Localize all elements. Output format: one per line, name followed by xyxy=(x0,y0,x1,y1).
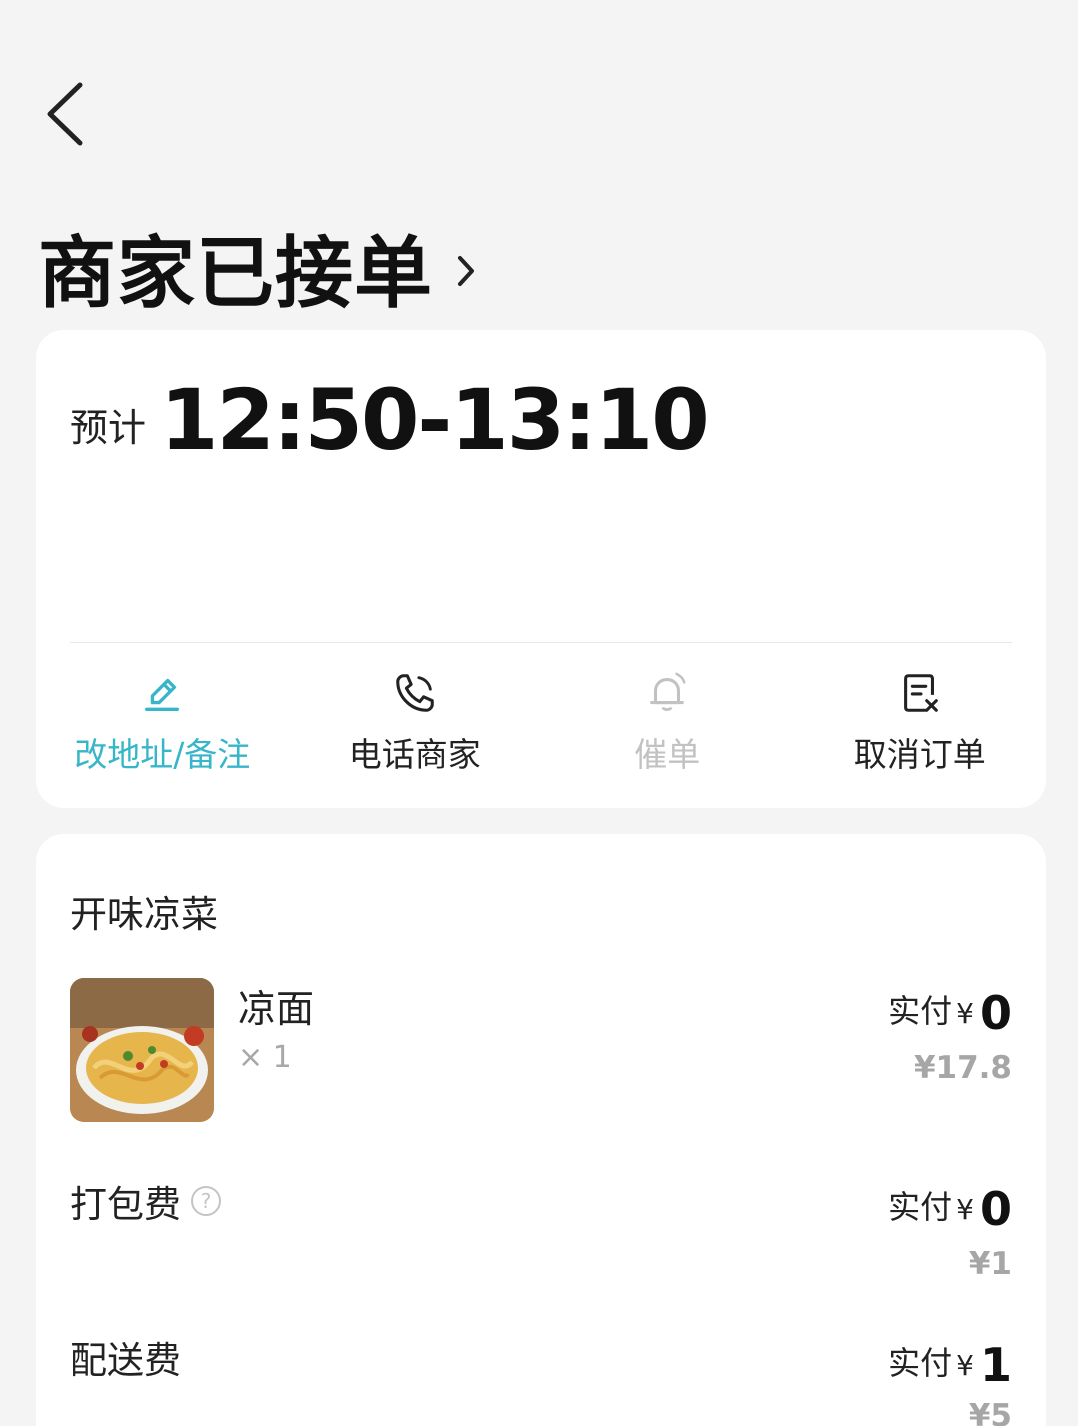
currency-symbol: ¥ xyxy=(956,1349,974,1382)
noodle-dish-image xyxy=(70,978,214,1122)
order-item[interactable]: 凉面 × 1 实付 ¥ 0 ¥17.8 xyxy=(70,978,1012,1128)
help-icon[interactable]: ? xyxy=(191,1186,221,1216)
paid-label: 实付 xyxy=(888,992,953,1030)
item-price-block: 实付 ¥ 0 ¥17.8 xyxy=(888,986,1012,1086)
chevron-right-icon xyxy=(458,256,475,286)
order-status-title: 商家已接单 xyxy=(38,229,434,319)
action-label: 电话商家 xyxy=(348,735,481,774)
bell-icon xyxy=(650,672,686,711)
paid-value: 1 xyxy=(979,1338,1012,1392)
cancel-order-button[interactable]: 取消订单 xyxy=(794,666,1047,776)
action-bar: 改地址/备注 电话商家 催单 取消订单 xyxy=(36,666,1046,776)
currency-symbol: ¥ xyxy=(956,1193,974,1226)
paid-value: 0 xyxy=(979,986,1012,1040)
delivery-status-card: 预计 12:50-13:10 改地址/备注 电话商家 催单 取消订单 xyxy=(36,330,1046,808)
paid-label: 实付 xyxy=(888,1188,953,1226)
original-price: ¥1 xyxy=(968,1246,1012,1282)
delivery-fee-row: 配送费 实付 ¥ 1 ¥5 xyxy=(70,1330,1012,1426)
eta-prefix: 预计 xyxy=(70,406,147,450)
action-label: 改地址/备注 xyxy=(74,735,251,774)
order-items-card: 开味凉菜 凉面 × 1 实付 ¥ 0 ¥17.8 打包费 ? 实付 ¥ 0 ¥1… xyxy=(36,834,1046,1426)
fee-price-block: 实付 ¥ 0 ¥1 xyxy=(888,1182,1012,1282)
fee-label: 打包费 xyxy=(70,1183,181,1226)
action-label: 取消订单 xyxy=(853,735,986,774)
order-status-header[interactable]: 商家已接单 xyxy=(38,212,475,322)
original-price: ¥5 xyxy=(968,1398,1012,1426)
action-label: 催单 xyxy=(634,735,701,774)
change-address-button[interactable]: 改地址/备注 xyxy=(36,666,289,776)
back-arrow-icon xyxy=(47,82,83,146)
paid-value: 0 xyxy=(979,1182,1012,1236)
original-price: ¥17.8 xyxy=(913,1050,1012,1086)
eta-time-range: 12:50-13:10 xyxy=(160,371,710,469)
divider xyxy=(70,642,1012,643)
food-thumbnail xyxy=(70,978,214,1122)
currency-symbol: ¥ xyxy=(956,997,974,1030)
order-detail-page: 商家已接单 预计 12:50-13:10 改地址/备注 电话商家 催单 取消订单… xyxy=(0,0,1078,1426)
fee-price-block: 实付 ¥ 1 ¥5 xyxy=(888,1338,1012,1426)
eta-row: 预计 12:50-13:10 xyxy=(70,360,710,470)
item-quantity: × 1 xyxy=(238,1040,292,1075)
paid-label: 实付 xyxy=(888,1344,953,1382)
item-name: 凉面 xyxy=(238,987,315,1031)
edit-icon xyxy=(145,678,180,711)
fee-label: 配送费 xyxy=(70,1339,181,1382)
cancel-order-icon xyxy=(903,674,938,712)
shop-name[interactable]: 开味凉菜 xyxy=(70,884,218,938)
phone-icon xyxy=(395,674,434,712)
call-merchant-button[interactable]: 电话商家 xyxy=(289,666,542,776)
back-button[interactable] xyxy=(36,76,92,152)
urge-order-button[interactable]: 催单 xyxy=(541,666,794,776)
packaging-fee-row: 打包费 ? 实付 ¥ 0 ¥1 xyxy=(70,1174,1012,1284)
